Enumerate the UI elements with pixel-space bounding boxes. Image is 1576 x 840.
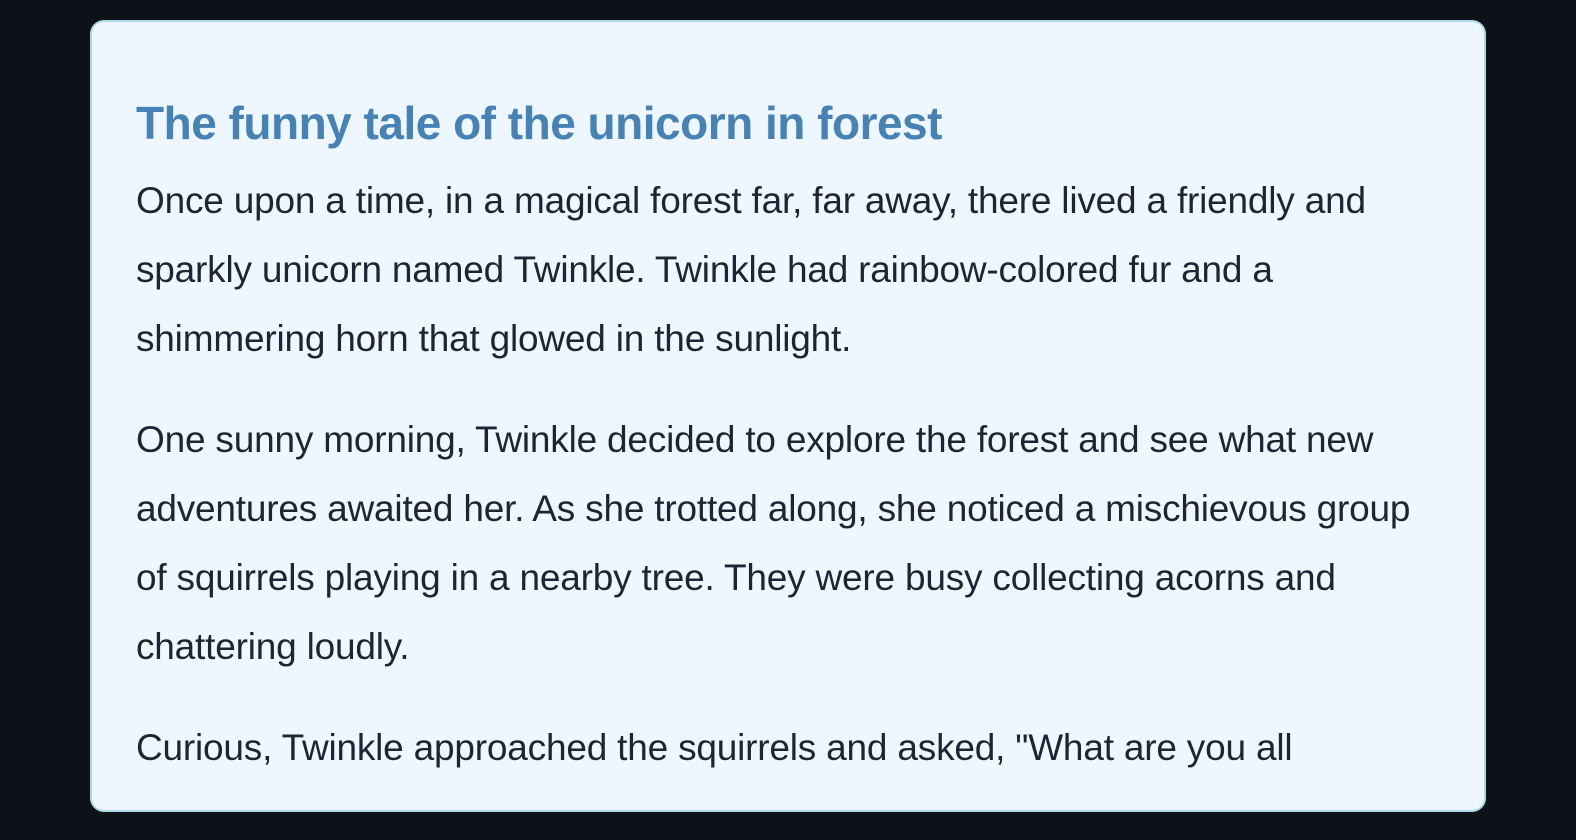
story-card: The funny tale of the unicorn in forest … [90,20,1486,812]
story-title: The funny tale of the unicorn in forest [136,97,942,149]
story-paragraph: Curious, Twinkle approached the squirrel… [136,727,1293,768]
story-paragraph: One sunny morning, Twinkle decided to ex… [136,419,1411,667]
story-paragraph: Once upon a time, in a magical forest fa… [136,180,1366,359]
